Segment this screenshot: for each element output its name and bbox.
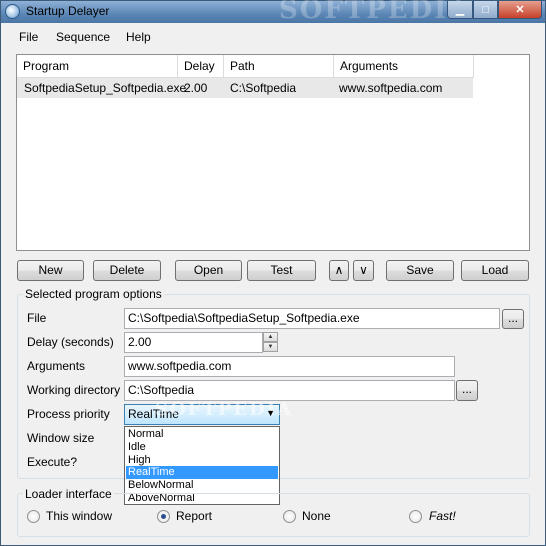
file-browse-button[interactable]: ... [502,309,524,329]
menu-help[interactable]: Help [126,30,151,44]
process-priority-label: Process priority [27,407,110,421]
loader-interface-label: Loader interface [23,487,114,501]
list-item[interactable]: SoftpediaSetup_Softpedia.exe 2.00 C:\Sof… [17,78,473,98]
save-button[interactable]: Save [386,260,454,281]
arguments-field[interactable]: www.softpedia.com [124,356,455,377]
program-list[interactable]: Program Delay Path Arguments SoftpediaSe… [16,54,530,251]
radio-this-window-label: This window [46,509,113,523]
priority-option-realtime[interactable]: RealTime [126,466,278,479]
cell-program: SoftpediaSetup_Softpedia.exe [24,81,187,95]
working-directory-field[interactable]: C:\Softpedia [124,380,455,401]
maximize-icon: □ [482,3,489,16]
close-icon: ✕ [515,4,525,16]
window-size-label: Window size [27,431,95,445]
radio-report-label: Report [176,509,213,523]
radio-report[interactable] [157,510,170,523]
delay-spin-up-icon[interactable]: ▲ [263,332,278,342]
test-button[interactable]: Test [247,260,316,281]
move-down-button[interactable]: ∨ [353,260,374,281]
column-arguments[interactable]: Arguments [334,55,474,78]
cell-path: C:\Softpedia [230,81,297,95]
softpedia-watermark: SOFTPEDIA [279,0,471,25]
menu-sequence[interactable]: Sequence [56,30,110,44]
arguments-label: Arguments [27,359,86,373]
column-delay[interactable]: Delay [178,55,224,78]
minimize-icon: ▁ [455,4,465,16]
file-label: File [27,311,47,325]
delete-button[interactable]: Delete [93,260,161,281]
file-field[interactable]: C:\Softpedia\SoftpediaSetup_Softpedia.ex… [124,308,500,329]
radio-none-label: None [302,509,331,523]
column-path[interactable]: Path [224,55,334,78]
delay-label: Delay (seconds) [27,335,114,349]
close-button[interactable]: ✕ [498,1,542,19]
working-directory-browse-button[interactable]: ... [456,380,478,401]
working-directory-label: Working directory [27,383,121,397]
column-program[interactable]: Program [17,55,178,78]
open-button[interactable]: Open [175,260,242,281]
menu-file[interactable]: File [19,30,38,44]
app-icon [5,4,20,19]
priority-option-belownormal[interactable]: BelowNormal [126,479,278,492]
new-button[interactable]: New [17,260,84,281]
window-title: Startup Delayer [26,4,110,18]
delay-spin-down-icon[interactable]: ▼ [263,342,278,352]
selected-program-options-label: Selected program options [23,287,164,301]
radio-this-window[interactable] [27,510,40,523]
priority-option-normal[interactable]: Normal [126,428,278,441]
move-up-button[interactable]: ∧ [329,260,349,281]
delay-field[interactable]: 2.00 [124,332,263,353]
menu-bar: File Sequence Help [2,25,542,49]
cell-delay: 2.00 [184,81,208,95]
radio-fast[interactable] [409,510,422,523]
radio-fast-label: Fast! [429,509,456,523]
execute-label: Execute? [27,455,78,469]
maximize-button[interactable]: □ [473,1,498,19]
process-priority-select[interactable]: RealTime SOFTPEDIA ▼ [124,399,291,425]
cell-arguments: www.softpedia.com [339,81,443,95]
load-button[interactable]: Load [461,260,529,281]
radio-none[interactable] [283,510,296,523]
list-header: Program Delay Path Arguments [17,55,529,78]
priority-option-idle[interactable]: Idle [126,441,278,454]
chevron-down-icon: ▼ [266,408,275,418]
title-bar: Startup Delayer SOFTPEDIA ▁ □ ✕ [1,0,545,25]
main-window: Startup Delayer SOFTPEDIA ▁ □ ✕ File Seq… [0,0,546,546]
minimize-button[interactable]: ▁ [447,1,473,19]
